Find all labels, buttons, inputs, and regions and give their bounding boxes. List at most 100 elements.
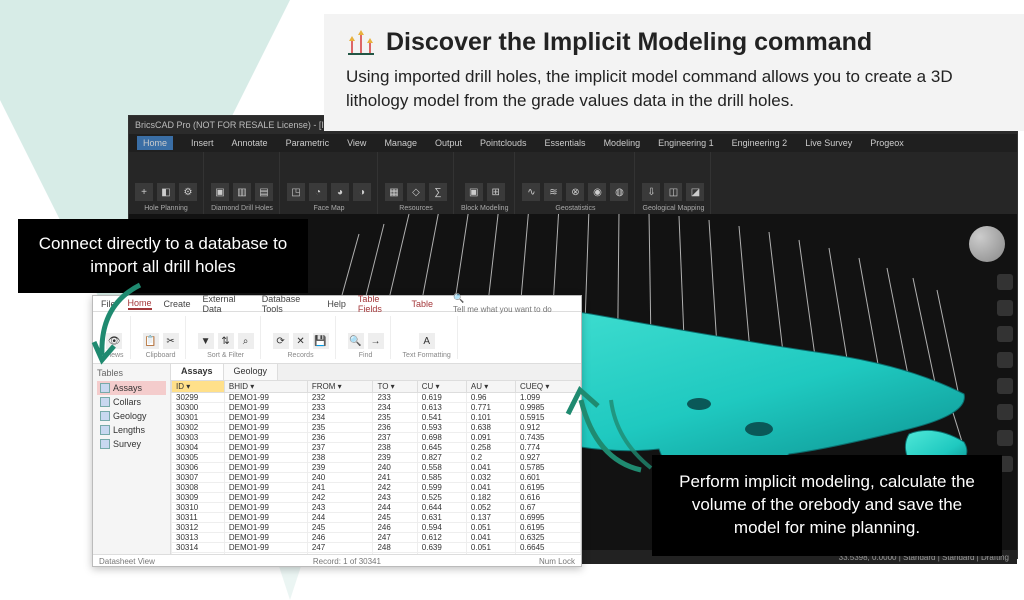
cell[interactable]: 233: [307, 403, 373, 413]
cell[interactable]: 0.638: [466, 423, 515, 433]
cell[interactable]: 232: [307, 393, 373, 403]
cell[interactable]: 244: [373, 503, 417, 513]
cell[interactable]: 239: [307, 463, 373, 473]
cell[interactable]: 0.593: [417, 423, 466, 433]
cell[interactable]: 237: [307, 443, 373, 453]
cell[interactable]: 0.558: [417, 463, 466, 473]
cell[interactable]: 0.051: [466, 523, 515, 533]
cell[interactable]: 0.644: [417, 503, 466, 513]
table-row[interactable]: 30313DEMO1-992462470.6120.0410.6325: [172, 533, 581, 543]
tool-icon[interactable]: [997, 430, 1013, 446]
cell[interactable]: 30301: [172, 413, 225, 423]
cell[interactable]: DEMO1-99: [224, 423, 307, 433]
db-table[interactable]: ID ▾BHID ▾FROM ▾TO ▾CU ▾AU ▾CUEQ ▾30299D…: [171, 380, 581, 554]
cell[interactable]: 0.619: [417, 393, 466, 403]
table-row[interactable]: 30315DEMO1-992482490.6070.1730.6935: [172, 553, 581, 555]
db-menu-create[interactable]: Create: [164, 299, 191, 309]
cell[interactable]: 236: [307, 433, 373, 443]
cell[interactable]: 0.258: [466, 443, 515, 453]
cell[interactable]: 0.616: [516, 493, 581, 503]
cell[interactable]: 30299: [172, 393, 225, 403]
ribbon-icon[interactable]: ∿: [522, 183, 540, 201]
cell[interactable]: 245: [307, 523, 373, 533]
cell[interactable]: DEMO1-99: [224, 493, 307, 503]
cell[interactable]: 246: [307, 533, 373, 543]
cell[interactable]: 30310: [172, 503, 225, 513]
ribbon-icon[interactable]: ⇩: [642, 183, 660, 201]
col-au[interactable]: AU ▾: [466, 381, 515, 393]
ribbon-icon[interactable]: ◇: [407, 183, 425, 201]
db-menu-external-data[interactable]: External Data: [203, 294, 250, 314]
db-ribbon-icon[interactable]: ⇅: [218, 333, 234, 349]
db-menu-database-tools[interactable]: Database Tools: [262, 294, 316, 314]
ribbon-icon[interactable]: ◳: [287, 183, 305, 201]
cell[interactable]: DEMO1-99: [224, 413, 307, 423]
table-tab-geology[interactable]: Geology: [224, 364, 279, 380]
db-ribbon-icon[interactable]: ⟳: [273, 333, 289, 349]
cell[interactable]: 235: [373, 413, 417, 423]
cad-tab-essentials[interactable]: Essentials: [545, 138, 586, 148]
cell[interactable]: 241: [373, 473, 417, 483]
cell[interactable]: DEMO1-99: [224, 553, 307, 555]
cell[interactable]: 0.091: [466, 433, 515, 443]
cell[interactable]: 0.6645: [516, 543, 581, 553]
table-row[interactable]: 30299DEMO1-992322330.6190.961.099: [172, 393, 581, 403]
cell[interactable]: 247: [307, 543, 373, 553]
cell[interactable]: 0.771: [466, 403, 515, 413]
table-row[interactable]: 30309DEMO1-992422430.5250.1820.616: [172, 493, 581, 503]
nav-item-assays[interactable]: Assays: [97, 381, 166, 395]
table-row[interactable]: 30307DEMO1-992402410.5850.0320.601: [172, 473, 581, 483]
nav-item-lengths[interactable]: Lengths: [97, 423, 166, 437]
cell[interactable]: 233: [373, 393, 417, 403]
cell[interactable]: 30308: [172, 483, 225, 493]
cad-tab-engineering-1[interactable]: Engineering 1: [658, 138, 714, 148]
cell[interactable]: 249: [373, 553, 417, 555]
cell[interactable]: 242: [307, 493, 373, 503]
cell[interactable]: 237: [373, 433, 417, 443]
cell[interactable]: 0.67: [516, 503, 581, 513]
cell[interactable]: 244: [307, 513, 373, 523]
cell[interactable]: 0.182: [466, 493, 515, 503]
cell[interactable]: DEMO1-99: [224, 463, 307, 473]
table-row[interactable]: 30300DEMO1-992332340.6130.7710.9985: [172, 403, 581, 413]
cad-tab-manage[interactable]: Manage: [384, 138, 417, 148]
cell[interactable]: 0.541: [417, 413, 466, 423]
db-menu-table[interactable]: Table: [411, 299, 433, 309]
cell[interactable]: 0.032: [466, 473, 515, 483]
ribbon-icon[interactable]: ◔: [309, 183, 327, 201]
cell[interactable]: 235: [307, 423, 373, 433]
ribbon-icon[interactable]: ◕: [331, 183, 349, 201]
db-ribbon-icon[interactable]: ▼: [198, 333, 214, 349]
db-ribbon-icon[interactable]: ✂: [163, 333, 179, 349]
cell[interactable]: 241: [307, 483, 373, 493]
cad-ribbon-tabs[interactable]: HomeInsertAnnotateParametricViewManageOu…: [129, 134, 1017, 152]
cell[interactable]: 30304: [172, 443, 225, 453]
ribbon-icon[interactable]: ▣: [211, 183, 229, 201]
cell[interactable]: 0.639: [417, 543, 466, 553]
cell[interactable]: 0.6995: [516, 513, 581, 523]
cell[interactable]: 246: [373, 523, 417, 533]
cell[interactable]: 30311: [172, 513, 225, 523]
cell[interactable]: 239: [373, 453, 417, 463]
cad-tab-engineering-2[interactable]: Engineering 2: [732, 138, 788, 148]
table-row[interactable]: 30308DEMO1-992412420.5990.0410.6195: [172, 483, 581, 493]
ribbon-icon[interactable]: ◑: [353, 183, 371, 201]
cell[interactable]: 0.6325: [516, 533, 581, 543]
cell[interactable]: 0.585: [417, 473, 466, 483]
cell[interactable]: 0.137: [466, 513, 515, 523]
db-nav-pane[interactable]: Tables AssaysCollarsGeologyLengthsSurvey: [93, 364, 171, 554]
cell[interactable]: 30303: [172, 433, 225, 443]
cell[interactable]: 243: [373, 493, 417, 503]
cad-tab-progeox[interactable]: Progeox: [870, 138, 904, 148]
table-row[interactable]: 30302DEMO1-992352360.5930.6380.912: [172, 423, 581, 433]
cell[interactable]: 0.645: [417, 443, 466, 453]
cell[interactable]: 0.041: [466, 463, 515, 473]
table-row[interactable]: 30306DEMO1-992392400.5580.0410.5785: [172, 463, 581, 473]
db-menu-help[interactable]: Help: [327, 299, 346, 309]
cell[interactable]: 248: [373, 543, 417, 553]
cell[interactable]: DEMO1-99: [224, 503, 307, 513]
cell[interactable]: DEMO1-99: [224, 513, 307, 523]
cad-tab-annotate[interactable]: Annotate: [232, 138, 268, 148]
cell[interactable]: DEMO1-99: [224, 543, 307, 553]
db-menu-table-fields[interactable]: Table Fields: [358, 294, 400, 314]
